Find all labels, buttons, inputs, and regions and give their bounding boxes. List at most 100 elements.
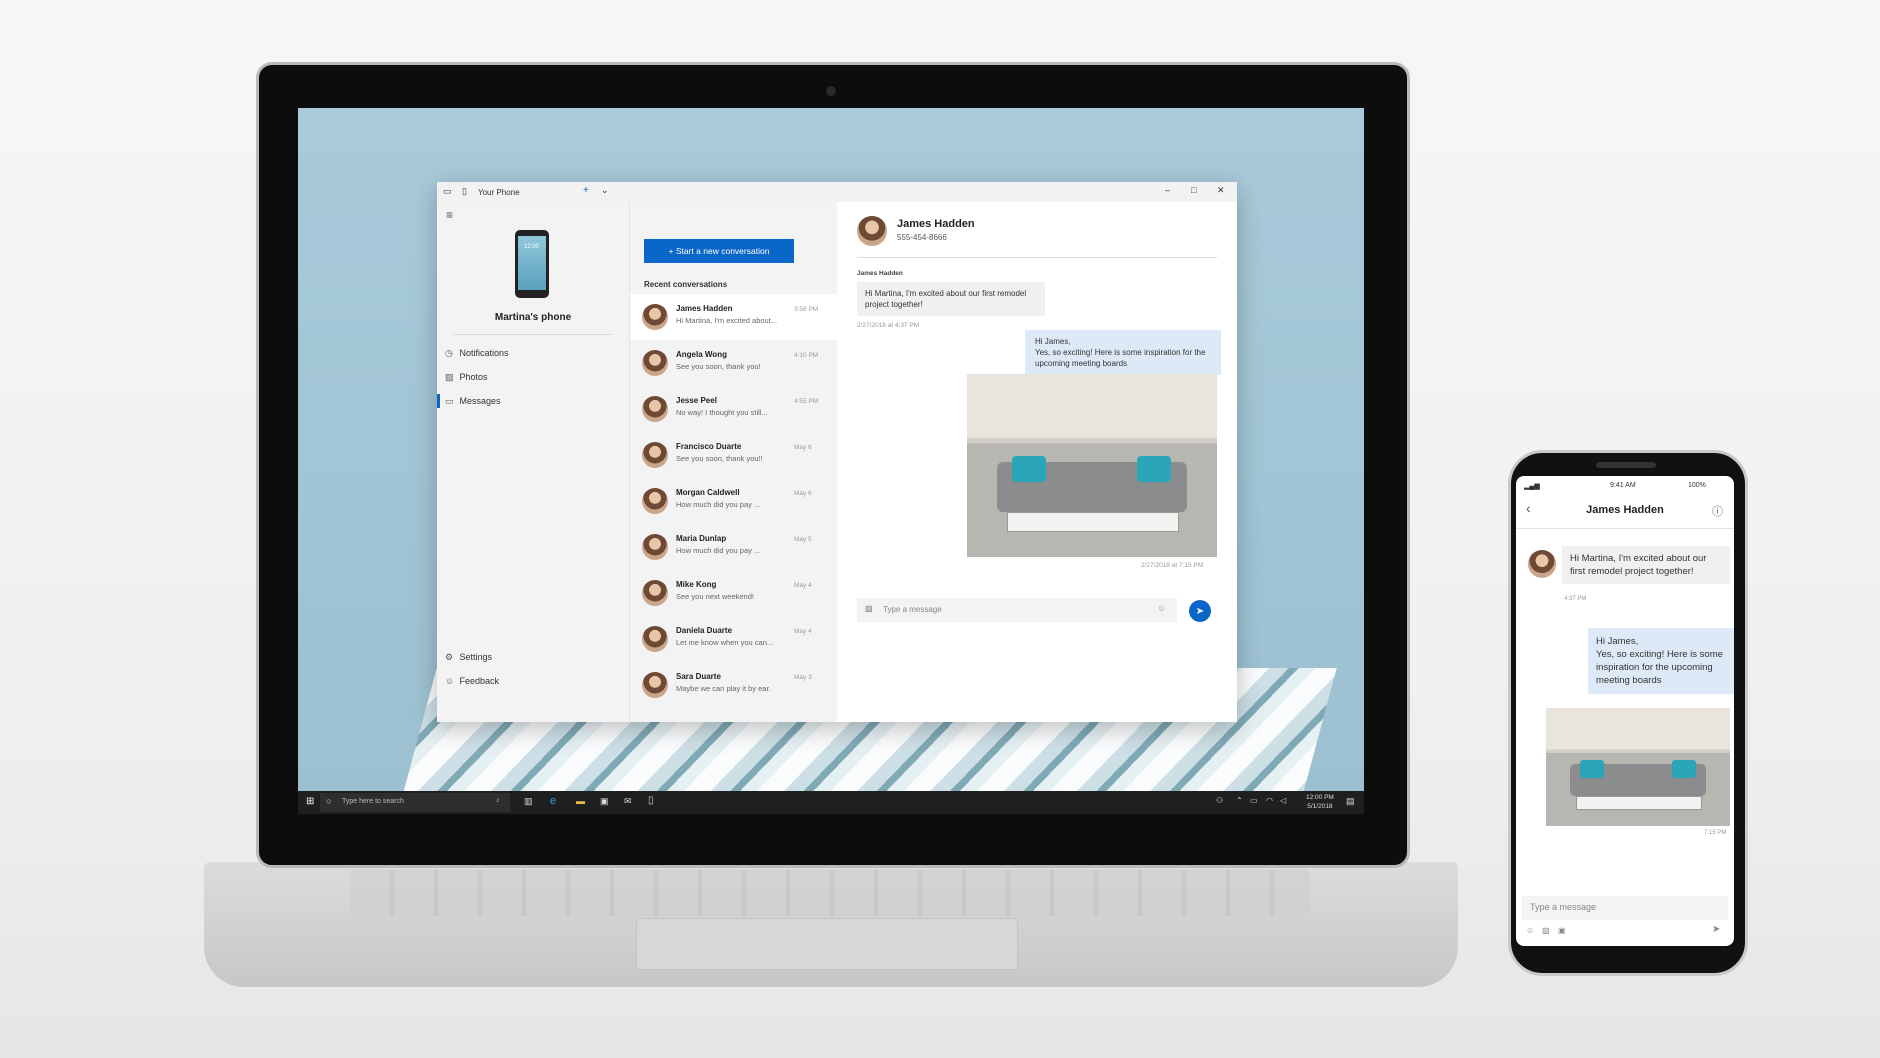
nav-messages-label: Messages [459, 396, 501, 406]
message-input[interactable]: ▨ Type a message ☺ [857, 598, 1177, 622]
phone-name: Martina's phone [494, 312, 572, 323]
conversation-item[interactable]: Francisco Duarte See you soon, thank you… [630, 432, 838, 478]
conversation-preview: Let me know when you can... [676, 638, 774, 647]
cushion-shape [1012, 456, 1046, 482]
close-button[interactable]: ✕ [1217, 185, 1225, 196]
conversation-preview: Hi Martina, I'm excited about... [676, 316, 778, 325]
maximize-button[interactable]: □ [1191, 185, 1196, 195]
conversation-preview: How much did you pay ... [676, 500, 761, 509]
task-view-icon[interactable]: ▥ [524, 796, 533, 807]
people-icon[interactable]: ⚇ [1216, 796, 1223, 805]
outgoing-text: Yes, so exciting! Here is some inspirati… [1035, 348, 1206, 368]
image-attach-icon[interactable]: ▨ [1542, 926, 1550, 935]
nav-photos-label: Photos [459, 372, 488, 382]
mail-icon[interactable]: ✉ [624, 796, 632, 807]
cortana-icon: ○ [326, 796, 332, 806]
conversation-item[interactable]: Angela Wong See you soon, thank you! 4:1… [630, 340, 838, 386]
wifi-icon[interactable]: ◠ [1266, 796, 1273, 805]
cushion-shape [1672, 760, 1696, 778]
sofa-photo[interactable] [967, 374, 1217, 557]
phone-message-input[interactable]: Type a message [1522, 896, 1728, 920]
send-icon[interactable]: ➤ [1189, 600, 1211, 622]
coffee-table-shape [1576, 796, 1702, 810]
phone-outgoing-greeting: Hi James, [1596, 636, 1639, 647]
cushion-shape [1137, 456, 1171, 482]
outgoing-greeting: Hi James, [1035, 337, 1071, 346]
your-phone-taskbar-icon[interactable]: ▯ [648, 795, 654, 806]
nav-messages[interactable]: ▭ Messages [445, 396, 501, 407]
conversation-name: Daniela Duarte [676, 626, 733, 635]
conversation-item[interactable]: Mike Kong See you next weekend! May 4 [630, 570, 838, 616]
nav-notifications-label: Notifications [459, 348, 509, 358]
laptop-trackpad [636, 918, 1018, 970]
nav-photos[interactable]: ▨ Photos [445, 372, 488, 383]
phone-outgoing-text: Yes, so exciting! Here is some inspirati… [1596, 649, 1723, 686]
phone-screen: ▂▄▆ 9:41 AM 100% ‹ James Hadden ⓘ Hi Mar… [1516, 476, 1734, 946]
emoji-icon[interactable]: ☺ [1526, 926, 1534, 935]
conversation-preview: See you next weekend! [676, 592, 754, 601]
feedback-icon: ☺ [445, 676, 455, 686]
conversation-name: Morgan Caldwell [676, 488, 740, 497]
add-tab-button[interactable]: + [583, 185, 589, 196]
nav-feedback[interactable]: ☺ Feedback [445, 676, 499, 686]
taskbar-search[interactable]: ○ Type here to search ♪ [320, 793, 510, 812]
phone-speaker [1596, 462, 1656, 468]
camera-icon [826, 86, 836, 96]
volume-icon[interactable]: ◁ [1280, 796, 1286, 805]
taskbar-clock[interactable]: 12:00 PM 5/1/2018 [1306, 793, 1334, 811]
window-title: Your Phone [478, 188, 520, 197]
clock-date: 5/1/2018 [1307, 803, 1333, 810]
file-explorer-icon[interactable]: ▬ [576, 796, 585, 806]
conversation-item[interactable]: Daniela Duarte Let me know when you can.… [630, 616, 838, 662]
contact-phone: 555-454-8666 [897, 233, 947, 242]
nav-settings-label: Settings [459, 652, 493, 662]
conversation-item[interactable]: James Hadden Hi Martina, I'm excited abo… [630, 294, 838, 340]
phone-contact-avatar [1528, 550, 1556, 578]
nav-selected-indicator [437, 394, 440, 408]
conversation-item[interactable]: Sara Duarte Maybe we can play it by ear.… [630, 662, 838, 708]
search-placeholder: Type here to search [342, 798, 404, 805]
clock-icon: ◷ [445, 348, 453, 358]
phone-illustration: 12:00 [515, 230, 549, 298]
conversation-time: 4:10 PM [794, 352, 819, 359]
conversation-item[interactable]: Maria Dunlap How much did you pay ... Ma… [630, 524, 838, 570]
edge-icon[interactable]: e [550, 795, 556, 807]
chat-pane: James Hadden 555-454-8666 James Hadden H… [837, 202, 1237, 722]
recent-conversations-label: Recent conversations [644, 280, 728, 289]
chevron-up-icon[interactable]: ⌃ [1236, 796, 1243, 805]
nav-notifications[interactable]: ◷ Notifications [445, 348, 509, 359]
nav-feedback-label: Feedback [459, 676, 500, 686]
nav-settings[interactable]: ⚙ Settings [445, 652, 492, 663]
minimize-button[interactable]: – [1165, 185, 1170, 195]
phone-illustration-time: 12:00 [524, 244, 540, 250]
windows-start-icon[interactable]: ⊞ [306, 796, 314, 807]
phone-send-icon[interactable]: ➤ [1712, 924, 1720, 935]
conversation-time: May 6 [794, 490, 812, 497]
sender-label: James Hadden [857, 270, 903, 277]
start-conversation-button[interactable]: + Start a new conversation [644, 239, 794, 263]
conversation-time: May 3 [794, 674, 812, 681]
left-pane: ≡ 12:00 Martina's phone ◷ Notifications … [437, 202, 629, 722]
phone-outgoing-message: Hi James, Yes, so exciting! Here is some… [1588, 628, 1734, 694]
tab-menu-button[interactable]: ⌄ [601, 185, 609, 196]
conversation-item[interactable]: Jesse Peel No way! I thought you still..… [630, 386, 838, 432]
conversation-name: Jesse Peel [676, 396, 717, 405]
app-icon: ▭ [443, 186, 452, 196]
info-icon[interactable]: ⓘ [1712, 503, 1723, 519]
store-icon[interactable]: ▣ [600, 796, 609, 807]
emoji-icon[interactable]: ☺ [1157, 603, 1166, 613]
image-attach-icon[interactable]: ▨ [865, 604, 873, 613]
action-center-icon[interactable]: ▤ [1346, 796, 1355, 807]
hamburger-menu-icon[interactable]: ≡ [446, 208, 453, 222]
conversation-item[interactable]: Morgan Caldwell How much did you pay ...… [630, 478, 838, 524]
phone-sofa-photo[interactable] [1546, 708, 1730, 826]
clock-time: 12:00 PM [1306, 794, 1334, 801]
chat-icon: ▭ [445, 396, 454, 406]
gif-icon[interactable]: ▣ [1558, 926, 1566, 935]
battery-icon: ▭ [1250, 796, 1258, 805]
avatar [642, 396, 668, 422]
message-placeholder: Type a message [883, 605, 942, 614]
phone-incoming-time: 4:37 PM [1564, 596, 1587, 602]
avatar [642, 442, 668, 468]
taskbar: ⊞ ○ Type here to search ♪ ▥ e ▬ ▣ ✉ ▯ ⚇ … [298, 791, 1364, 814]
